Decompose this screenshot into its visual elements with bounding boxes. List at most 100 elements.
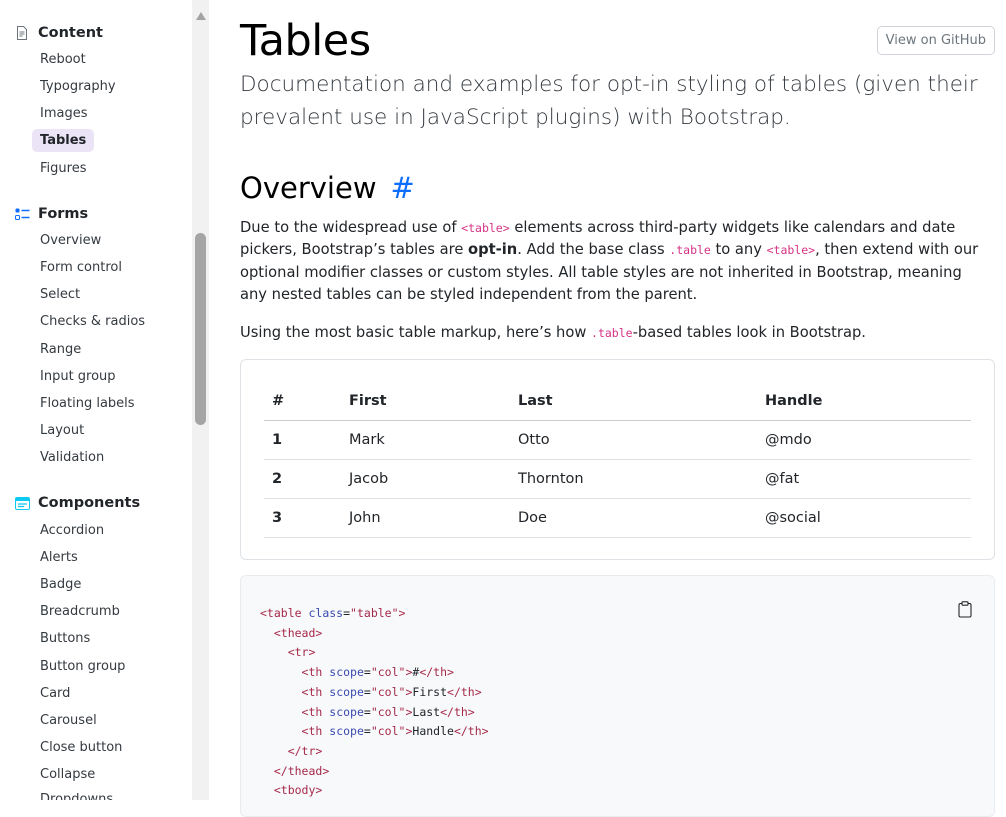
code-token: scope (329, 724, 364, 739)
menu-button-icon (14, 495, 30, 511)
code-token: <tr> (287, 645, 316, 660)
code-token: = (363, 684, 371, 699)
text: to any (710, 241, 767, 259)
sidebar-item-select[interactable]: Select (32, 283, 88, 306)
table-cell: @fat (757, 459, 971, 499)
page-title: Tables (240, 16, 371, 66)
code-token: "col" (370, 684, 406, 699)
heading-anchor-link[interactable]: # (391, 171, 415, 205)
sidebar-item-floating-labels[interactable]: Floating labels (32, 392, 143, 415)
scroll-up-arrow-icon[interactable] (196, 12, 206, 20)
overview-heading: Overview # (240, 171, 415, 205)
table-header-row: # First Last Handle (264, 382, 971, 421)
sidebar-item-overview[interactable]: Overview (32, 229, 109, 252)
sidebar-item-card[interactable]: Card (32, 682, 78, 705)
overview-heading-text: Overview (240, 171, 377, 205)
code-token: "table" (350, 606, 399, 620)
view-on-github-button[interactable]: View on GitHub (876, 26, 995, 55)
sidebar-item-buttons[interactable]: Buttons (32, 627, 98, 650)
sidebar-item-layout[interactable]: Layout (32, 419, 92, 442)
column-header: Handle (757, 382, 971, 421)
code-token: <th (301, 665, 323, 680)
sidebar-item-accordion[interactable]: Accordion (32, 519, 112, 542)
document-icon (14, 25, 30, 41)
code-line: <th scope="col">Last</th> (260, 703, 489, 723)
code-token: "col" (370, 665, 406, 680)
code-line: <thead> (260, 624, 489, 644)
sidebar-item-range[interactable]: Range (32, 338, 89, 361)
code-content: <table class="table"> <thead> <tr> <th s… (260, 604, 489, 801)
sidebar-item-tables[interactable]: Tables (32, 129, 95, 152)
code-line: <table class="table"> (260, 604, 489, 624)
example-preview: # First Last Handle 1 Mark Otto @mdo 2 J… (240, 359, 995, 560)
code-token: "col" (370, 704, 406, 719)
inline-code: <table> (766, 243, 816, 258)
column-header: # (264, 382, 341, 421)
code-token: = (363, 665, 371, 680)
table-cell: @mdo (757, 420, 971, 460)
code-token: <table (260, 606, 302, 620)
sidebar-item-close-button[interactable]: Close button (32, 736, 130, 759)
code-token: <thead> (273, 625, 323, 640)
table-cell: Mark (341, 420, 510, 460)
code-token: = (363, 724, 371, 739)
table-row: 3 John Doe @social (264, 498, 971, 538)
sidebar-item-validation[interactable]: Validation (32, 446, 112, 469)
code-token: = (363, 704, 371, 719)
table-cell: Jacob (341, 459, 510, 499)
code-token: "col" (370, 724, 406, 739)
code-token: Last (412, 704, 441, 719)
sidebar-item-badge[interactable]: Badge (32, 573, 89, 596)
row-number: 1 (264, 420, 341, 460)
sidebar-group-forms: Forms (14, 203, 88, 225)
code-token: </th> (453, 724, 489, 739)
sidebar-item-button-group[interactable]: Button group (32, 655, 133, 678)
code-token: <th (301, 724, 323, 739)
code-snippet: <table class="table"> <thead> <tr> <th s… (240, 575, 995, 817)
text: Using the most basic table markup, here’… (240, 324, 592, 341)
sidebar-item-figures[interactable]: Figures (32, 157, 94, 180)
column-header: Last (510, 382, 757, 421)
sidebar-item-carousel[interactable]: Carousel (32, 709, 105, 732)
text: . Add the base class (517, 241, 670, 259)
sidebar-group-label: Forms (38, 206, 89, 222)
table-row: 1 Mark Otto @mdo (264, 420, 971, 460)
code-token: <tbody> (273, 783, 323, 798)
row-number: 2 (264, 459, 341, 499)
code-token: Handle (412, 724, 454, 739)
table-cell: Thornton (510, 459, 757, 499)
code-token: > (398, 606, 406, 620)
table-row: 2 Jacob Thornton @fat (264, 459, 971, 499)
sidebar-item-form-control[interactable]: Form control (32, 256, 130, 279)
sidebar-item-checks-radios[interactable]: Checks & radios (32, 310, 153, 333)
code-token: </th> (440, 704, 475, 719)
sidebar-item-typography[interactable]: Typography (32, 75, 124, 98)
code-token: = (343, 606, 351, 620)
sidebar-group-content: Content (14, 22, 103, 44)
row-number: 3 (264, 498, 341, 538)
scrollbar-thumb[interactable] (195, 233, 206, 425)
code-line: </tr> (260, 742, 489, 762)
code-line: <th scope="col">#</th> (260, 663, 489, 683)
code-token: First (412, 684, 448, 699)
sidebar-item-input-group[interactable]: Input group (32, 365, 124, 388)
sidebar-item-images[interactable]: Images (32, 102, 96, 125)
sidebar-scrollbar[interactable] (192, 0, 209, 800)
sidebar-item-collapse[interactable]: Collapse (32, 763, 103, 786)
sidebar-item-reboot[interactable]: Reboot (32, 48, 94, 71)
sidebar-item-dropdowns[interactable]: Dropdowns (32, 788, 121, 800)
sidebar-item-alerts[interactable]: Alerts (32, 546, 86, 569)
table-cell: John (341, 498, 510, 538)
code-token: class (308, 606, 344, 620)
code-line: <tr> (260, 643, 489, 663)
sidebar-item-breadcrumb[interactable]: Breadcrumb (32, 600, 128, 623)
table-cell: @social (757, 498, 971, 538)
clipboard-icon[interactable] (958, 601, 974, 619)
